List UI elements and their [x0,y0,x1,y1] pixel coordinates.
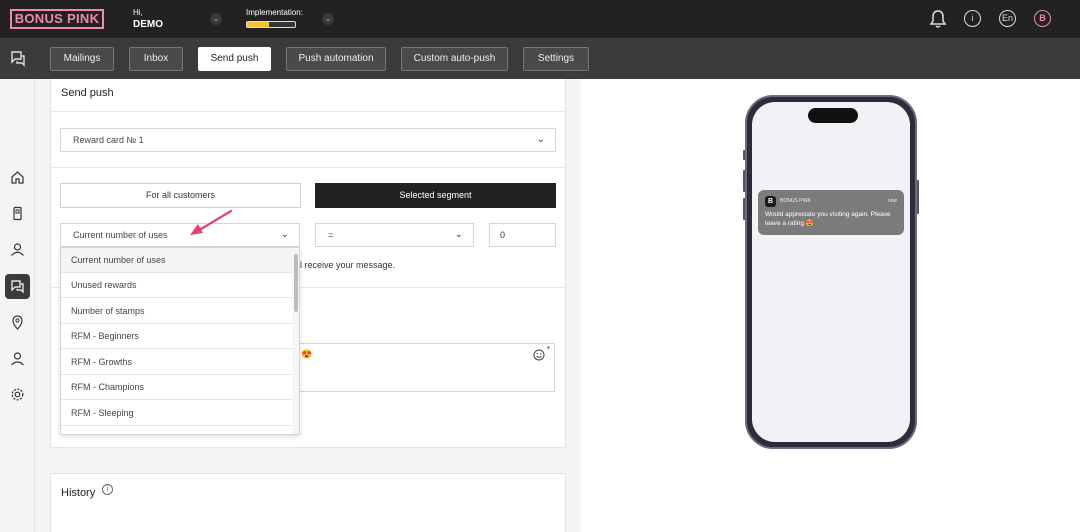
scrollbar-thumb[interactable] [294,254,298,312]
tab-mailings[interactable]: Mailings [50,47,114,71]
recipients-info: ll receive your message. [298,260,396,270]
gear-icon[interactable] [5,382,30,407]
annotation-arrow-icon [190,209,233,235]
info-icon[interactable]: i [964,10,981,27]
dropdown-option[interactable]: RFM - Sleeping [61,401,294,426]
reward-card-select[interactable]: Reward card № 1 ⌄ [60,128,556,152]
dropdown-scrollbar[interactable] [292,248,299,434]
dynamic-island [808,108,858,123]
sidebar [0,79,35,532]
implementation-progress [246,21,296,28]
divider [51,111,565,112]
dropdown-option[interactable]: RFM - Growths [61,350,294,375]
condition-field-value: Current number of uses [73,230,168,240]
tab-settings[interactable]: Settings [523,47,589,71]
chevron-down-icon: ⌄ [280,229,289,240]
history-card: History i [50,473,566,532]
greeting: Hi, DEMO [133,8,163,30]
divider [51,167,565,168]
history-title: History [61,487,96,499]
phone-mockup [745,95,917,449]
chevron-down-icon: ⌄ [454,229,463,240]
tab-custom-auto-push[interactable]: Custom auto-push [401,47,508,71]
tab-bar: Mailings Inbox Send push Push automation… [0,38,1080,79]
dropdown-option[interactable]: Unused rewards [61,273,294,298]
message-textarea[interactable]: 😍 * [298,343,555,392]
app-icon: B [765,196,776,207]
home-icon[interactable] [5,165,30,190]
chat-icon[interactable] [5,274,30,299]
info-icon[interactable]: i [102,484,113,495]
user-name: DEMO [133,19,163,30]
page-title: Send push [61,87,114,99]
account-chevron-down-icon[interactable]: ⌄ [210,13,222,25]
selected-segment-button[interactable]: Selected segment [315,183,556,208]
phone-screen [752,102,910,442]
logo[interactable]: BONUS PINK [10,9,104,29]
required-asterisk: * [546,345,550,354]
implementation-progress-fill [247,22,269,27]
language-icon[interactable]: En [999,10,1016,27]
dropdown-option[interactable]: RFM - Beginners [61,324,294,349]
operator-select[interactable]: = ⌄ [315,223,474,247]
operator-value: = [328,230,334,240]
dropdown-option[interactable]: Number of stamps [61,299,294,324]
push-notification-preview: B BONUS PINK now Would appreciate you vi… [758,190,904,235]
location-icon[interactable] [5,310,30,335]
notification-time: now [887,198,897,204]
condition-field-select[interactable]: Current number of uses ⌄ [60,223,300,247]
tab-push-automation[interactable]: Push automation [286,47,386,71]
tab-send-push[interactable]: Send push [198,47,271,71]
top-bar: BONUS PINK Hi, DEMO ⌄ Implementation: ⌄ … [0,0,1080,38]
condition-value-input[interactable]: 0 [489,223,556,247]
bell-icon[interactable] [929,9,947,29]
greeting-text: Hi, [133,8,143,17]
avatar-icon[interactable]: B [1034,10,1051,27]
dropdown-option[interactable]: RFM - Champions [61,375,294,400]
implementation-chevron-down-icon[interactable]: ⌄ [322,13,334,25]
chat-icon[interactable] [9,49,27,67]
customers-icon[interactable] [5,237,30,262]
emoji-glyph: 😍 [301,349,313,359]
tab-inbox[interactable]: Inbox [129,47,183,71]
reward-card-value: Reward card № 1 [73,135,144,145]
condition-dropdown-menu: Current number of uses Unused rewards Nu… [60,247,300,435]
implementation-label: Implementation: [246,8,303,17]
chevron-down-icon: ⌄ [536,134,545,145]
card-icon[interactable] [5,201,30,226]
emoji-picker-icon[interactable] [533,349,545,361]
notification-app-name: BONUS PINK [780,198,811,204]
dropdown-option[interactable]: Current number of uses [61,248,294,273]
notification-message: Would appreciate you visiting again. Ple… [765,211,891,227]
user-icon[interactable] [5,346,30,371]
for-all-customers-button[interactable]: For all customers [60,183,301,208]
